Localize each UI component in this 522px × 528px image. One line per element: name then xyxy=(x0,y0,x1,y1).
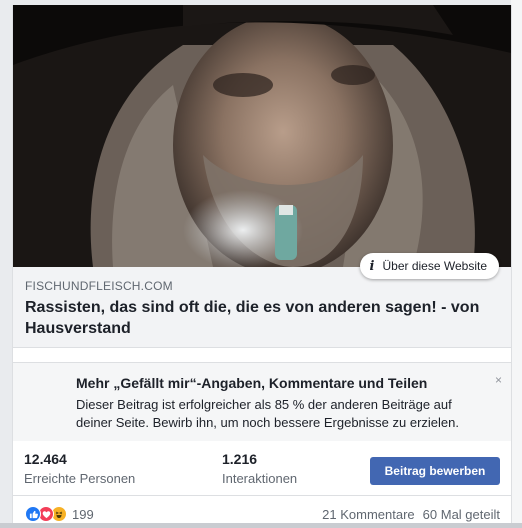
info-icon: i xyxy=(369,258,375,274)
bottom-edge xyxy=(0,523,522,528)
link-preview[interactable]: FISCHUNDFLEISCH.COM Rassisten, das sind … xyxy=(13,267,511,348)
link-domain: FISCHUNDFLEISCH.COM xyxy=(25,279,173,293)
post-image[interactable] xyxy=(13,5,511,267)
spacer xyxy=(13,348,511,362)
boost-post-button[interactable]: Beitrag bewerben xyxy=(370,457,500,485)
promo-title: Mehr „Gefällt mir“-Angaben, Kommentare u… xyxy=(76,375,428,391)
reach-label: Erreichte Personen xyxy=(24,471,136,486)
link-headline[interactable]: Rassisten, das sind oft die, die es von … xyxy=(25,297,495,339)
promo-text: Dieser Beitrag ist erfolgreicher als 85 … xyxy=(76,397,459,430)
shares-link[interactable]: 60 Mal geteilt xyxy=(423,507,500,522)
boost-suggestion-panel: Mehr „Gefällt mir“-Angaben, Kommentare u… xyxy=(13,362,511,442)
post-insights: 12.464 Erreichte Personen 1.216 Interakt… xyxy=(13,441,511,496)
photo-illustration xyxy=(13,5,511,267)
engagement-value: 1.216 xyxy=(222,451,258,467)
reach-value: 12.464 xyxy=(24,451,67,467)
engagement-label: Interaktionen xyxy=(222,471,298,486)
about-website-label: Über diese Website xyxy=(382,259,488,273)
engagement-links: 21 Kommentare 60 Mal geteilt xyxy=(322,507,500,522)
reaction-count: 199 xyxy=(72,506,94,522)
close-icon[interactable]: × xyxy=(495,373,502,387)
reactions-summary[interactable]: 199 xyxy=(25,506,94,522)
about-website-button[interactable]: i Über diese Website xyxy=(359,253,499,279)
like-icon xyxy=(25,506,41,522)
right-scroll-strip xyxy=(511,0,522,528)
comments-link[interactable]: 21 Kommentare xyxy=(322,507,415,522)
post-card: i Über diese Website FISCHUNDFLEISCH.COM… xyxy=(12,5,512,528)
